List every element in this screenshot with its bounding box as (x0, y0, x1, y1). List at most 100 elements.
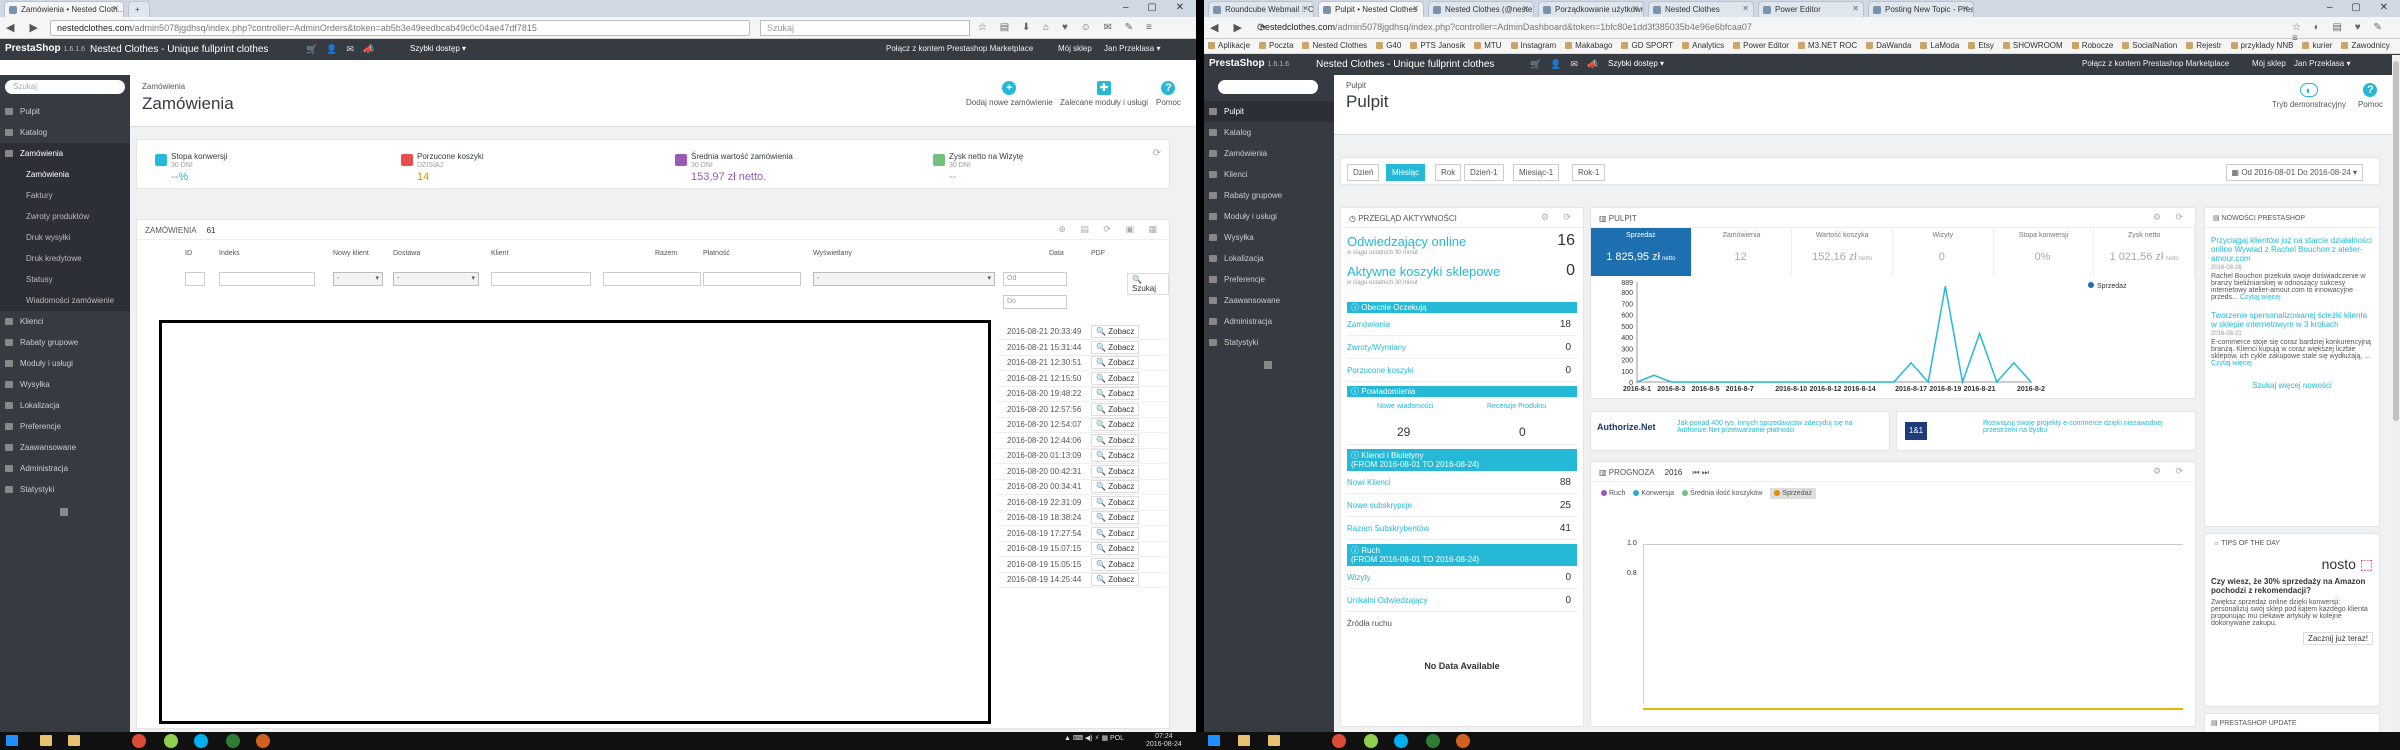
close-tab-icon[interactable]: ✕ (1302, 4, 1309, 13)
system-tray[interactable]: ▲ ⌨ ◀) ⚡ ▦ POL (1064, 734, 1124, 742)
my-shop-link[interactable]: Mój sklep (2252, 59, 2286, 68)
view-order-button[interactable]: 🔍 Zobacz (1091, 340, 1140, 354)
col-date[interactable]: Data (1049, 250, 1064, 257)
browser-tab[interactable]: Porządkowanie użytkowni... ✕ (1538, 1, 1644, 17)
user-menu[interactable]: Jan Przeklasa ▾ (1104, 44, 1161, 53)
filter-payment-input[interactable] (703, 272, 801, 286)
chrome-icon[interactable] (1332, 734, 1346, 748)
bookmark-item[interactable]: G40 (1376, 41, 1401, 50)
browser-tab[interactable]: Nested Clothes ✕ (1648, 1, 1754, 17)
sidebar-item[interactable]: Preferencje (1204, 269, 1334, 290)
demo-mode-toggle[interactable]: ◐ Tryb demonstracyjny (2272, 83, 2346, 109)
scrollbar-thumb[interactable] (2393, 61, 2399, 421)
close-tab-icon[interactable]: ✕ (1742, 4, 1749, 13)
sidebar-item-preferencje[interactable]: Preferencje (0, 416, 130, 437)
filter-reference-input[interactable] (219, 272, 315, 286)
sidebar-subitem-orders[interactable]: Zamówienia (0, 164, 130, 185)
filter-id-input[interactable] (185, 272, 205, 286)
product-reviews-link[interactable]: Recenzje Produktu (1487, 403, 1546, 410)
sidebar-item[interactable]: Administracja (1204, 311, 1334, 332)
close-tab-icon[interactable]: ✕ (112, 4, 119, 13)
view-order-button[interactable]: 🔍 Zobacz (1091, 433, 1140, 447)
filter-delivery-select[interactable]: - (393, 272, 479, 286)
col-status[interactable]: Wyświetlany (813, 250, 852, 257)
view-order-button[interactable]: 🔍 Zobacz (1091, 418, 1140, 431)
col-total[interactable]: Razem (655, 250, 677, 257)
explorer-icon[interactable] (40, 735, 52, 746)
forecast-legend-item[interactable]: Sprzedaż (1770, 488, 1816, 499)
sidebar-item-statystyki[interactable]: Statystyki (0, 479, 130, 500)
new-tab-button[interactable]: + (128, 1, 150, 17)
sidebar-item-lokalizacja[interactable]: Lokalizacja (0, 395, 130, 416)
folder-icon[interactable] (1268, 735, 1280, 746)
prestashop-logo[interactable]: PrestaShop 1.6.1.6 (1209, 58, 1289, 69)
dashgoal-kpi[interactable]: Wartość koszyka 152,16 zł netto (1792, 228, 1893, 276)
bookmark-item[interactable]: SocialNation (2122, 41, 2177, 50)
view-order-button[interactable]: 🔍 Zobacz (1091, 573, 1140, 586)
sidebar-item-wysylka[interactable]: Wysyłka (0, 374, 130, 395)
sidebar-subitem-statuses[interactable]: Statusy (0, 269, 130, 290)
panel-tools-icons[interactable]: ⚙ ⟳ (2153, 466, 2189, 477)
url-field[interactable]: nestedclothes.com/admin5078jgdhsq/index.… (50, 20, 750, 36)
panel-tools-icons[interactable]: ⊕ ▤ ⟳ ▣ ▦ (1058, 224, 1163, 235)
authorize-text[interactable]: Jak ponad 400 tys. innych sprzedawców zd… (1677, 420, 1877, 434)
date-range-picker[interactable]: ▦ Od 2016-08-01 Do 2016-08-24 ▾ (2225, 164, 2363, 181)
my-shop-link[interactable]: Mój sklep (1058, 44, 1092, 53)
marketplace-link[interactable]: Połącz z kontem Prestashop Marketplace (886, 44, 1033, 53)
col-id[interactable]: ID (185, 250, 192, 257)
bookmark-item[interactable]: przyklady NNB (2231, 41, 2294, 50)
col-payment[interactable]: Płatność (703, 250, 730, 257)
view-order-button[interactable]: 🔍 Zobacz (1091, 449, 1140, 462)
1and1-text[interactable]: Rozwiązuj swoje projekty e-commerce dzię… (1983, 420, 2183, 434)
skype-icon[interactable] (194, 734, 208, 748)
bookmark-item[interactable]: DaWanda (1866, 41, 1911, 50)
browser-tab[interactable]: Power Editor ✕ (1758, 1, 1864, 17)
browser-toolbar-icons[interactable]: ☆ ◐ ▤ ♥ ✎ ≡ (2292, 22, 2400, 44)
sidebar-item[interactable]: Moduły i usługi (1204, 206, 1334, 227)
panel-tools-icons[interactable]: ⚙ ⟳ (1541, 212, 1577, 223)
breadcrumb[interactable]: Zamówienia (142, 82, 185, 91)
start-button[interactable] (6, 735, 18, 746)
bookmark-item[interactable]: Poczta (1259, 41, 1293, 50)
filter-total-input[interactable] (603, 272, 701, 286)
view-order-button[interactable]: 🔍 Zobacz (1091, 557, 1140, 571)
app-icon[interactable] (226, 734, 240, 748)
activity-row[interactable]: Nowi Klienci 88 (1347, 471, 1577, 494)
new-messages-link[interactable]: Nowe wiadomości (1377, 403, 1433, 410)
news-headline[interactable]: Tworzenie spersonalizowanej ścieżki klie… (2211, 311, 2373, 329)
col-customer[interactable]: Klient (491, 250, 509, 257)
sidebar-item-moduly[interactable]: Moduły i usługi (0, 353, 130, 374)
filter-search-button[interactable]: 🔍 Szukaj (1127, 273, 1169, 295)
help-button[interactable]: ? Pomoc (1156, 81, 1181, 107)
sidebar-item-zaawansowane[interactable]: Zaawansowane (0, 437, 130, 458)
sidebar-item-rabaty[interactable]: Rabaty grupowe (0, 332, 130, 353)
sidebar-collapse-icon[interactable] (1264, 361, 1272, 369)
browser-search-field[interactable]: Szukaj (760, 20, 970, 36)
sidebar-item[interactable]: Klienci (1204, 164, 1334, 185)
view-order-button[interactable]: 🔍 Zobacz (1091, 325, 1140, 338)
bookmark-item[interactable]: Instagram (1511, 41, 1557, 50)
filter-date-from[interactable]: Od (1003, 272, 1067, 286)
col-delivery[interactable]: Dostawa (393, 250, 420, 257)
forecast-legend-item[interactable]: Ruch (1601, 490, 1625, 497)
ad-authorize[interactable]: Authorize.Net Jak ponad 400 tys. innych … (1590, 411, 1890, 451)
view-order-button[interactable]: 🔍 Zobacz (1091, 495, 1140, 509)
filter-date-to[interactable]: Do (1003, 295, 1067, 309)
sidebar-item[interactable]: Rabaty grupowe (1204, 185, 1334, 206)
dashgoal-kpi[interactable]: Stopa konwersji 0% (1994, 228, 2095, 276)
prestashop-logo[interactable]: PrestaShop 1.6.1.6 (5, 43, 85, 54)
sidebar-subitem-returns[interactable]: Zwroty produktów (0, 206, 130, 227)
view-order-button[interactable]: 🔍 Zobacz (1091, 526, 1140, 540)
clock[interactable]: 07:24 2016-08-24 (1146, 733, 1182, 749)
sidebar-item[interactable]: Katalog (1204, 122, 1334, 143)
user-menu[interactable]: Jan Przeklasa ▾ (2294, 59, 2351, 68)
help-button[interactable]: ? Pomoc (2358, 83, 2383, 109)
window-controls[interactable]: – ▢ ✕ (1123, 2, 1192, 13)
bookmark-item[interactable]: SHOWROOM (2003, 41, 2063, 50)
bookmark-item[interactable]: Nested Clothes (1302, 41, 1367, 50)
browser-toolbar-icons[interactable]: ☆ ▤ ⬇ ⌂ ♥ ☺ ✉ ✎ ≡ (978, 22, 1157, 33)
app-icon[interactable] (1426, 734, 1440, 748)
bookmark-item[interactable]: Etsy (1968, 41, 1994, 50)
sidebar-item-administracja[interactable]: Administracja (0, 458, 130, 479)
browser-tab[interactable]: Posting New Topic - Pres... ✕ (1868, 1, 1974, 17)
